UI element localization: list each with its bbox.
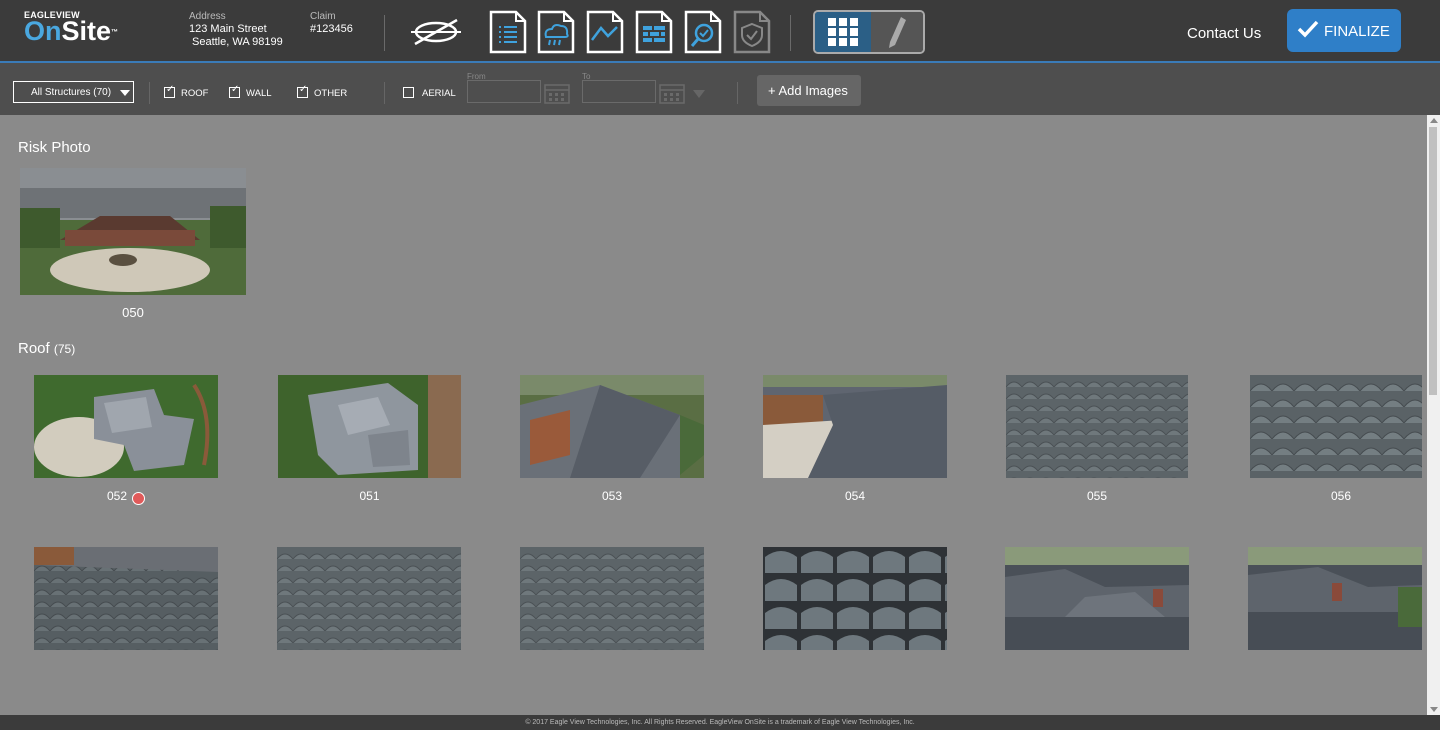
roof-photo-thumbnail[interactable] [1250,375,1422,478]
logo-site: Site [61,16,112,46]
roof-photo-thumbnail[interactable] [763,547,947,650]
roof-photo-caption: 052 [106,489,128,503]
roof-heading-title: Roof [18,340,50,357]
check-icon: ✓ [299,84,308,95]
other-checkbox[interactable]: ✓ [297,84,308,98]
address-line1: 123 Main Street [189,23,267,35]
check-icon: ✓ [231,84,240,95]
roof-photo-thumbnail[interactable] [1005,547,1189,650]
filter-toolbar: All Structures (70) ✓ ROOF ✓ WALL ✓ OTHE… [0,63,1440,115]
add-images-label: + Add Images [768,83,848,98]
logo-tm: ™ [111,29,119,36]
inspection-report-icon[interactable] [684,10,722,54]
roof-filter-label: ROOF [181,88,209,99]
roof-photo-caption: 056 [1330,489,1352,503]
claim-block: Claim #123456 [310,11,353,36]
view-toggle[interactable] [813,10,925,54]
chevron-down-icon [120,90,130,96]
roof-photo-thumbnail[interactable] [277,547,461,650]
roof-photo-caption: 055 [1086,489,1108,503]
wall-report-icon[interactable] [635,10,673,54]
risk-photo-thumbnail[interactable] [20,168,246,295]
roof-heading: Roof (75) [18,340,75,357]
roof-photo-thumbnail[interactable] [763,375,947,478]
scrollbar-thumb[interactable] [1429,127,1437,395]
address-line2: Seattle, WA 98199 [192,36,283,48]
finalize-label: FINALIZE [1324,23,1390,40]
structures-select-value: All Structures (70) [31,87,112,98]
finalize-button[interactable]: FINALIZE [1287,9,1401,52]
grid-icon [828,18,858,46]
toolbar-divider [384,82,385,104]
pencil-icon [889,17,906,48]
footer-copyright: © 2017 Eagle View Technologies, Inc. All… [0,715,1440,730]
aerial-checkbox[interactable] [403,87,414,98]
address-label: Address [189,11,226,22]
grid-view-button[interactable] [815,12,871,52]
roof-photo-thumbnail[interactable] [520,375,704,478]
check-icon: ✓ [166,84,175,95]
roof-checkbox[interactable]: ✓ [164,84,175,98]
logo-on: On [24,16,62,46]
roof-photo-caption: 054 [844,489,866,503]
app-header: EAGLEVIEW OnSite™ Address 123 Main Stree… [0,0,1440,63]
flag-dot-icon[interactable] [132,492,145,505]
report-list-icon[interactable] [489,10,527,54]
calendar-icon[interactable] [544,82,570,104]
header-divider [790,15,791,51]
verify-report-icon[interactable] [733,10,771,54]
roof-photo-thumbnail[interactable] [1006,375,1188,478]
toolbar-divider [737,82,738,104]
aerial-filter-label: AERIAL [422,88,456,99]
scroll-down-icon[interactable] [1430,707,1438,712]
header-divider [384,15,385,51]
edit-view-button[interactable] [871,12,923,52]
checkmark-icon [1297,20,1319,38]
other-filter-label: OTHER [314,88,348,99]
to-date-input[interactable] [582,80,656,103]
add-images-button[interactable]: + Add Images [757,75,861,106]
vertical-scrollbar[interactable] [1427,115,1440,715]
toolbar-divider [149,82,150,104]
roof-photo-thumbnail[interactable] [278,375,461,478]
roof-photo-thumbnail[interactable] [34,547,218,650]
compass-icon[interactable] [409,14,463,50]
calendar-icon[interactable] [659,82,685,104]
app-logo[interactable]: EAGLEVIEW OnSite™ [24,10,119,46]
claim-label: Claim [310,11,336,22]
scroll-up-icon[interactable] [1430,118,1438,123]
roof-photo-thumbnail[interactable] [1248,547,1422,650]
roof-photo-caption: 051 [359,489,380,503]
address-block: Address 123 Main Street Seattle, WA 9819… [189,11,283,49]
wall-checkbox[interactable]: ✓ [229,84,240,98]
roof-photo-thumbnail[interactable] [34,375,218,478]
date-dropdown-icon[interactable] [693,90,705,98]
from-date-input[interactable] [467,80,541,103]
wall-filter-label: WALL [246,88,272,99]
roof-count: (75) [53,342,76,356]
contact-us-link[interactable]: Contact Us [1187,25,1261,42]
roof-photo-thumbnail[interactable] [520,547,704,650]
claim-value: #123456 [310,23,353,35]
risk-photo-caption: 050 [122,305,144,320]
weather-report-icon[interactable] [537,10,575,54]
structures-select[interactable]: All Structures (70) [13,81,134,103]
roof-report-icon[interactable] [586,10,624,54]
risk-photo-heading: Risk Photo [18,139,91,156]
roof-photo-caption: 053 [601,489,623,503]
